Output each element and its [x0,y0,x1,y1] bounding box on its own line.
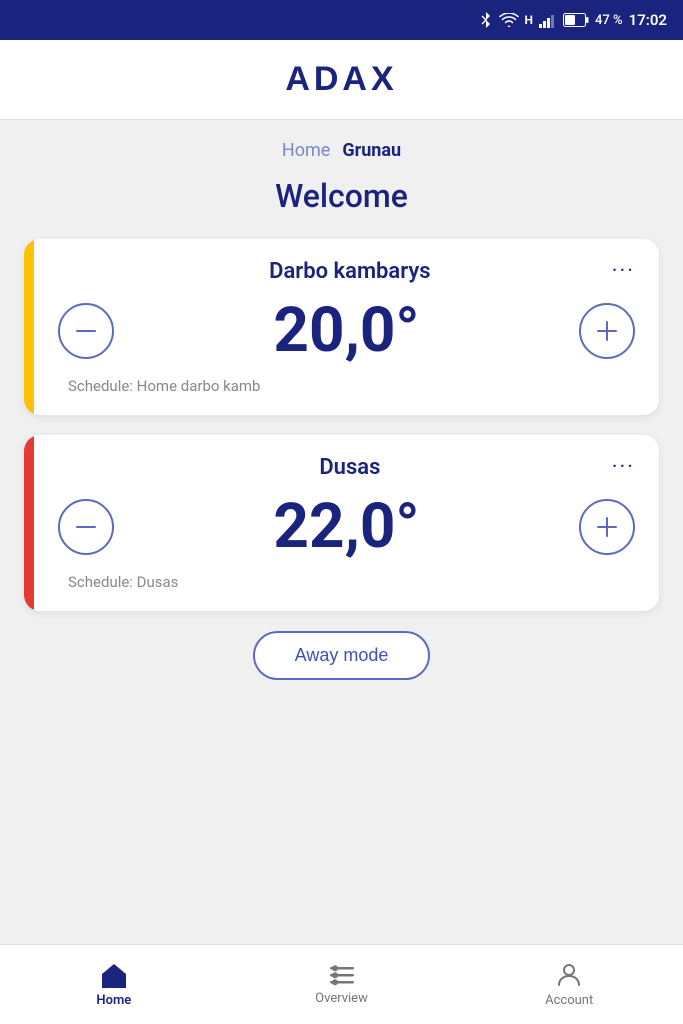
device-name-2: Dusas [88,455,612,480]
more-options-1[interactable]: ··· [612,259,635,284]
decrease-temp-2[interactable] [58,499,114,555]
nav-label-home: Home [96,993,131,1008]
battery-percent: 47 % [595,13,623,28]
device-card-dusas: Dusas ··· 22,0° Schedule: Dusas [24,435,659,611]
temperature-2: 22,0° [114,490,579,563]
signal-h: H [525,13,533,27]
schedule-label-2: Schedule: Dusas [68,573,635,591]
decrease-temp-1[interactable] [58,303,114,359]
breadcrumb-current: Grunau [342,140,401,161]
device-name-1: Darbo kambarys [88,259,612,284]
device-indicator-yellow [24,239,34,415]
time-display: 17:02 [629,11,667,29]
breadcrumb: Home Grunau [24,140,659,161]
nav-item-overview[interactable]: Overview [228,963,456,1006]
schedule-label-1: Schedule: Home darbo kamb [68,377,635,395]
home-icon [99,961,129,989]
nav-label-overview: Overview [315,991,368,1006]
status-bar: H 47 % 17:02 [0,0,683,40]
signal-icon [539,13,557,28]
device-card-darbo-kambarys: Darbo kambarys ··· 20,0° Schedule: Home … [24,239,659,415]
wifi-icon [499,13,519,28]
device-indicator-red [24,435,34,611]
app-logo: ADAX [285,60,397,99]
card-controls-2: 22,0° [58,490,635,563]
card-header-2: Dusas ··· [58,455,635,480]
main-content: Home Grunau Welcome Darbo kambarys ··· 2… [0,120,683,944]
account-icon [555,961,583,989]
bluetooth-icon [479,11,493,29]
temperature-1: 20,0° [114,294,579,367]
bottom-navigation: Home Overview Account [0,944,683,1024]
battery-icon [563,13,589,27]
increase-temp-1[interactable] [579,303,635,359]
nav-item-account[interactable]: Account [455,961,683,1008]
away-mode-container: Away mode [24,631,659,680]
app-header: ADAX [0,40,683,120]
away-mode-button[interactable]: Away mode [253,631,431,680]
nav-item-home[interactable]: Home [0,961,228,1008]
welcome-title: Welcome [24,177,659,215]
status-icons: H 47 % 17:02 [479,11,667,29]
card-controls-1: 20,0° [58,294,635,367]
nav-label-account: Account [545,993,593,1008]
increase-temp-2[interactable] [579,499,635,555]
more-options-2[interactable]: ··· [612,455,635,480]
overview-icon [328,963,356,987]
breadcrumb-home[interactable]: Home [282,140,330,161]
card-header-1: Darbo kambarys ··· [58,259,635,284]
